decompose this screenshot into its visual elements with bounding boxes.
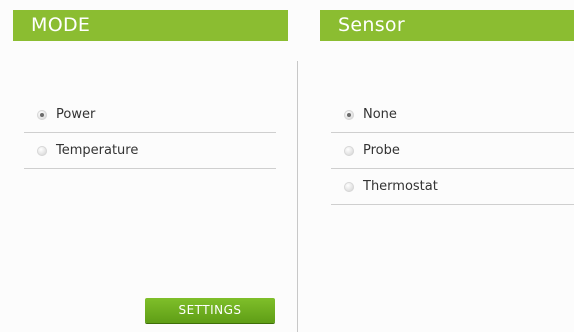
radio-checked-icon[interactable]	[344, 109, 354, 120]
sensor-option-none[interactable]: None	[331, 97, 574, 133]
mode-option-label: Power	[56, 107, 96, 122]
sensor-option-probe[interactable]: Probe	[331, 133, 574, 169]
mode-options: Power Temperature	[24, 97, 276, 169]
sensor-options: None Probe Thermostat	[331, 97, 574, 205]
mode-option-label: Temperature	[56, 143, 139, 158]
radio-unchecked-icon[interactable]	[37, 145, 47, 156]
sensor-option-thermostat[interactable]: Thermostat	[331, 169, 574, 205]
mode-option-temperature[interactable]: Temperature	[24, 133, 276, 169]
mode-header: MODE	[13, 10, 288, 41]
mode-option-power[interactable]: Power	[24, 97, 276, 133]
sensor-header: Sensor	[320, 10, 574, 41]
sensor-option-label: None	[363, 107, 397, 122]
radio-unchecked-icon[interactable]	[344, 145, 354, 156]
radio-checked-icon[interactable]	[37, 109, 47, 120]
sensor-option-label: Thermostat	[363, 179, 438, 194]
radio-unchecked-icon[interactable]	[344, 181, 354, 192]
mode-panel: MODE Power Temperature SETTINGS	[0, 0, 288, 332]
sensor-option-label: Probe	[363, 143, 400, 158]
settings-button[interactable]: SETTINGS	[145, 298, 275, 323]
